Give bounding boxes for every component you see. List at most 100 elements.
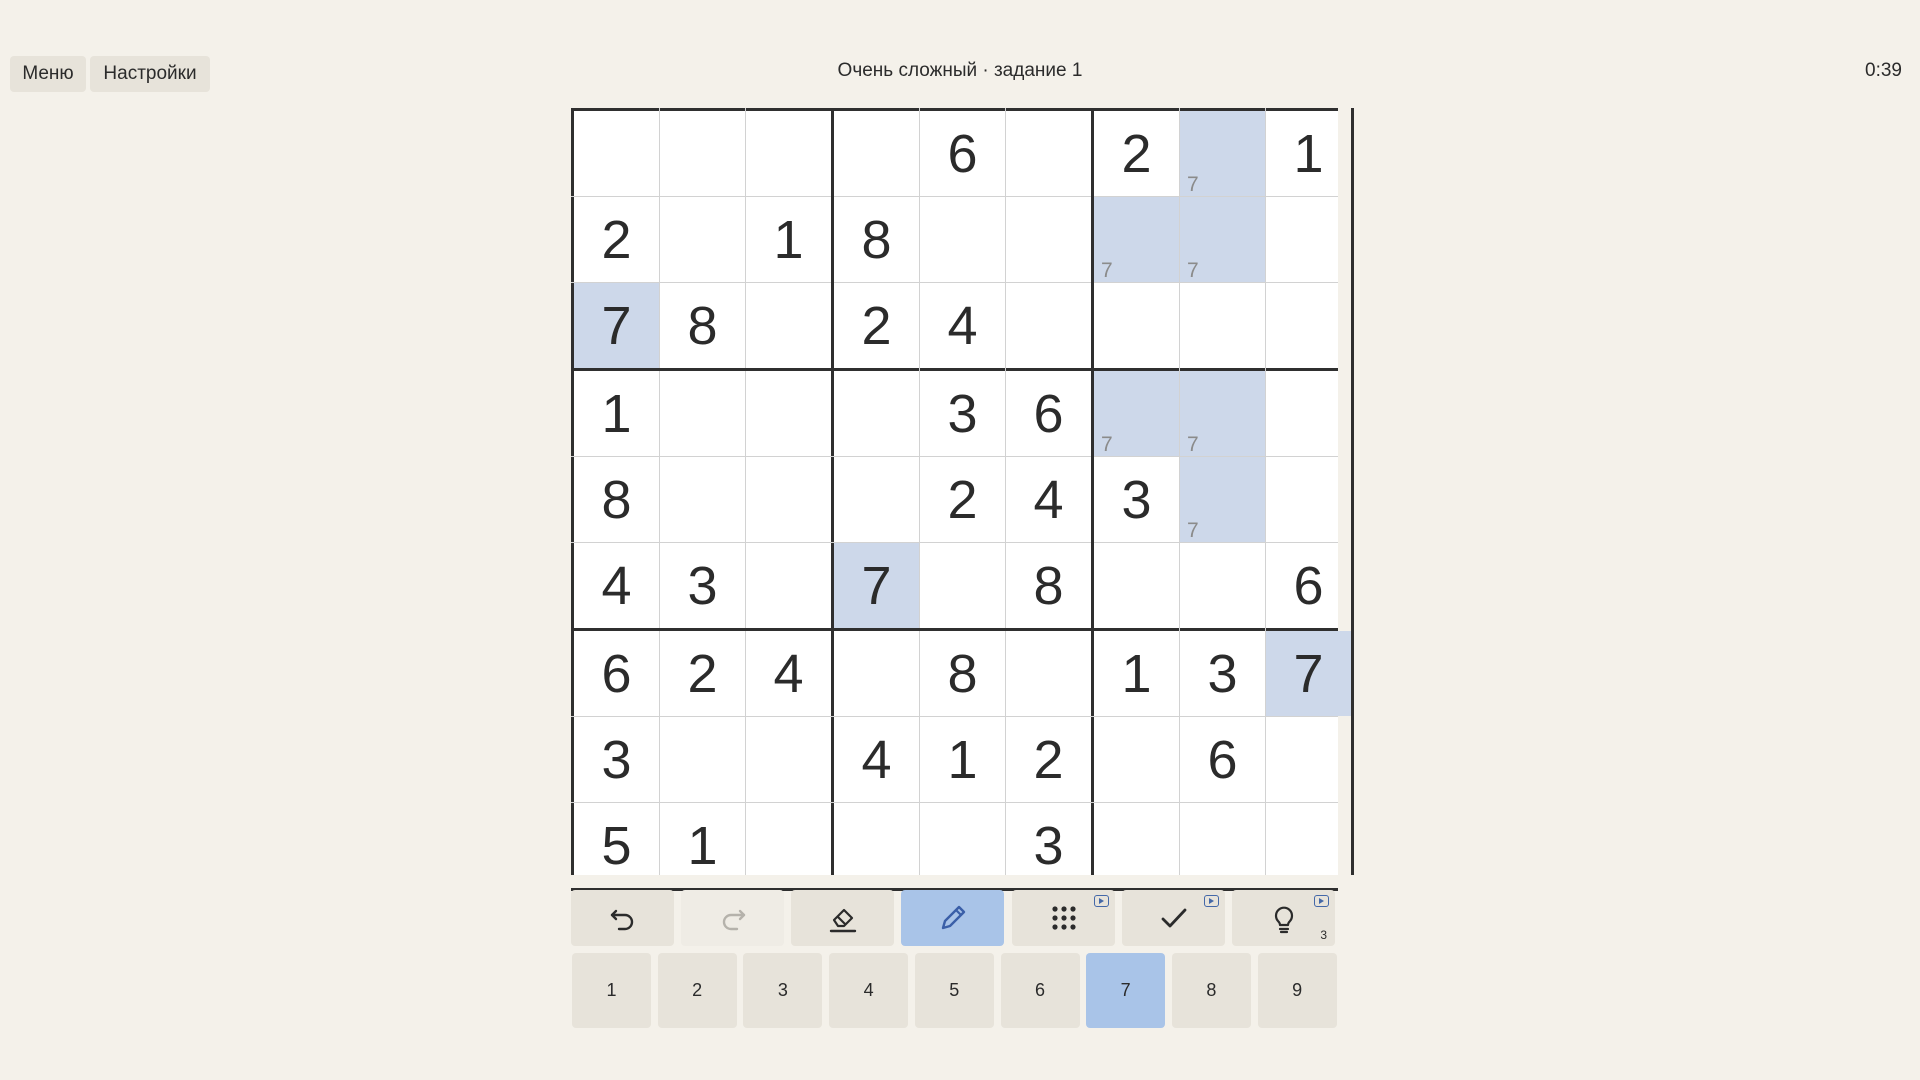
sudoku-cell-r3c7[interactable] bbox=[1094, 283, 1179, 368]
cell-value: 4 bbox=[601, 555, 632, 616]
digit-button-7[interactable]: 7 bbox=[1086, 953, 1166, 1028]
sudoku-cell-r6c9[interactable]: 6 bbox=[1266, 543, 1351, 628]
sudoku-cell-r5c9[interactable] bbox=[1266, 457, 1351, 542]
sudoku-cell-r3c3[interactable] bbox=[746, 283, 831, 368]
sudoku-cell-r6c6[interactable]: 8 bbox=[1006, 543, 1091, 628]
cell-value: 3 bbox=[601, 729, 632, 790]
digit-button-6[interactable]: 6 bbox=[1000, 953, 1080, 1028]
sudoku-cell-r3c5[interactable]: 4 bbox=[920, 283, 1005, 368]
sudoku-cell-r8c3[interactable] bbox=[746, 717, 831, 802]
digit-button-9[interactable]: 9 bbox=[1257, 953, 1337, 1028]
digit-button-2[interactable]: 2 bbox=[657, 953, 737, 1028]
sudoku-cell-r4c6[interactable]: 6 bbox=[1006, 371, 1091, 456]
sudoku-cell-r8c6[interactable]: 2 bbox=[1006, 717, 1091, 802]
sudoku-cell-r9c5[interactable] bbox=[920, 803, 1005, 888]
sudoku-cell-r1c2[interactable] bbox=[660, 111, 745, 196]
sudoku-cell-r2c9[interactable] bbox=[1266, 197, 1351, 282]
sudoku-cell-r6c3[interactable] bbox=[746, 543, 831, 628]
sudoku-cell-r6c2[interactable]: 3 bbox=[660, 543, 745, 628]
sudoku-cell-r7c4[interactable] bbox=[834, 631, 919, 716]
sudoku-cell-r3c4[interactable]: 2 bbox=[834, 283, 919, 368]
sudoku-cell-r2c1[interactable]: 2 bbox=[574, 197, 659, 282]
sudoku-cell-r5c4[interactable] bbox=[834, 457, 919, 542]
sudoku-cell-r4c9[interactable] bbox=[1266, 371, 1351, 456]
notes-grid-button[interactable] bbox=[1012, 890, 1115, 946]
hint-button[interactable]: 3 bbox=[1232, 890, 1335, 946]
sudoku-cell-r9c8[interactable] bbox=[1180, 803, 1265, 888]
sudoku-cell-r4c8[interactable]: 7 bbox=[1180, 371, 1265, 456]
sudoku-cell-r3c9[interactable] bbox=[1266, 283, 1351, 368]
grid-line-horizontal bbox=[571, 542, 1338, 543]
sudoku-cell-r6c4[interactable]: 7 bbox=[834, 543, 919, 628]
sudoku-cell-r4c7[interactable]: 7 bbox=[1094, 371, 1179, 456]
sudoku-cell-r2c8[interactable]: 7 bbox=[1180, 197, 1265, 282]
sudoku-cell-r5c8[interactable]: 7 bbox=[1180, 457, 1265, 542]
digit-button-4[interactable]: 4 bbox=[829, 953, 909, 1028]
sudoku-cell-r9c9[interactable] bbox=[1266, 803, 1351, 888]
digit-button-5[interactable]: 5 bbox=[914, 953, 994, 1028]
sudoku-cell-r8c7[interactable] bbox=[1094, 717, 1179, 802]
sudoku-cell-r6c8[interactable] bbox=[1180, 543, 1265, 628]
sudoku-cell-r3c6[interactable] bbox=[1006, 283, 1091, 368]
erase-button[interactable] bbox=[791, 890, 894, 946]
sudoku-cell-r9c4[interactable] bbox=[834, 803, 919, 888]
sudoku-cell-r4c1[interactable]: 1 bbox=[574, 371, 659, 456]
sudoku-cell-r5c2[interactable] bbox=[660, 457, 745, 542]
sudoku-cell-r2c6[interactable] bbox=[1006, 197, 1091, 282]
sudoku-cell-r5c3[interactable] bbox=[746, 457, 831, 542]
sudoku-cell-r6c7[interactable] bbox=[1094, 543, 1179, 628]
sudoku-cell-r7c6[interactable] bbox=[1006, 631, 1091, 716]
sudoku-cell-r7c5[interactable]: 8 bbox=[920, 631, 1005, 716]
sudoku-cell-r7c7[interactable]: 1 bbox=[1094, 631, 1179, 716]
sudoku-cell-r9c1[interactable]: 5 bbox=[574, 803, 659, 888]
sudoku-cell-r3c2[interactable]: 8 bbox=[660, 283, 745, 368]
sudoku-cell-r8c9[interactable] bbox=[1266, 717, 1351, 802]
sudoku-cell-r1c1[interactable] bbox=[574, 111, 659, 196]
digit-button-3[interactable]: 3 bbox=[743, 953, 823, 1028]
sudoku-cell-r9c7[interactable] bbox=[1094, 803, 1179, 888]
sudoku-cell-r7c3[interactable]: 4 bbox=[746, 631, 831, 716]
sudoku-cell-r2c4[interactable]: 8 bbox=[834, 197, 919, 282]
sudoku-cell-r7c9[interactable]: 7 bbox=[1266, 631, 1351, 716]
sudoku-cell-r8c1[interactable]: 3 bbox=[574, 717, 659, 802]
sudoku-cell-r4c5[interactable]: 3 bbox=[920, 371, 1005, 456]
sudoku-cell-r9c2[interactable]: 1 bbox=[660, 803, 745, 888]
sudoku-cell-r1c7[interactable]: 2 bbox=[1094, 111, 1179, 196]
digit-button-8[interactable]: 8 bbox=[1171, 953, 1251, 1028]
sudoku-cell-r7c1[interactable]: 6 bbox=[574, 631, 659, 716]
sudoku-cell-r1c8[interactable]: 7 bbox=[1180, 111, 1265, 196]
sudoku-cell-r2c2[interactable] bbox=[660, 197, 745, 282]
sudoku-cell-r8c4[interactable]: 4 bbox=[834, 717, 919, 802]
check-button[interactable] bbox=[1122, 890, 1225, 946]
sudoku-cell-r8c5[interactable]: 1 bbox=[920, 717, 1005, 802]
digit-button-1[interactable]: 1 bbox=[572, 953, 651, 1028]
sudoku-cell-r4c2[interactable] bbox=[660, 371, 745, 456]
sudoku-cell-r4c4[interactable] bbox=[834, 371, 919, 456]
sudoku-cell-r3c1[interactable]: 7 bbox=[574, 283, 659, 368]
sudoku-cell-r6c1[interactable]: 4 bbox=[574, 543, 659, 628]
sudoku-cell-r2c7[interactable]: 7 bbox=[1094, 197, 1179, 282]
sudoku-cell-r5c7[interactable]: 3 bbox=[1094, 457, 1179, 542]
sudoku-cell-r1c6[interactable] bbox=[1006, 111, 1091, 196]
sudoku-cell-r2c3[interactable]: 1 bbox=[746, 197, 831, 282]
cell-value: 1 bbox=[947, 729, 978, 790]
sudoku-cell-r1c4[interactable] bbox=[834, 111, 919, 196]
sudoku-cell-r6c5[interactable] bbox=[920, 543, 1005, 628]
sudoku-cell-r5c1[interactable]: 8 bbox=[574, 457, 659, 542]
sudoku-cell-r1c5[interactable]: 6 bbox=[920, 111, 1005, 196]
sudoku-cell-r3c8[interactable] bbox=[1180, 283, 1265, 368]
sudoku-cell-r9c6[interactable]: 3 bbox=[1006, 803, 1091, 888]
sudoku-cell-r1c9[interactable]: 1 bbox=[1266, 111, 1351, 196]
pencil-button[interactable] bbox=[901, 890, 1004, 946]
sudoku-cell-r9c3[interactable] bbox=[746, 803, 831, 888]
sudoku-cell-r8c2[interactable] bbox=[660, 717, 745, 802]
sudoku-cell-r7c8[interactable]: 3 bbox=[1180, 631, 1265, 716]
sudoku-cell-r8c8[interactable]: 6 bbox=[1180, 717, 1265, 802]
sudoku-cell-r5c6[interactable]: 4 bbox=[1006, 457, 1091, 542]
sudoku-cell-r7c2[interactable]: 2 bbox=[660, 631, 745, 716]
sudoku-cell-r4c3[interactable] bbox=[746, 371, 831, 456]
undo-button[interactable] bbox=[571, 890, 674, 946]
sudoku-cell-r1c3[interactable] bbox=[746, 111, 831, 196]
sudoku-cell-r5c5[interactable]: 2 bbox=[920, 457, 1005, 542]
sudoku-cell-r2c5[interactable] bbox=[920, 197, 1005, 282]
